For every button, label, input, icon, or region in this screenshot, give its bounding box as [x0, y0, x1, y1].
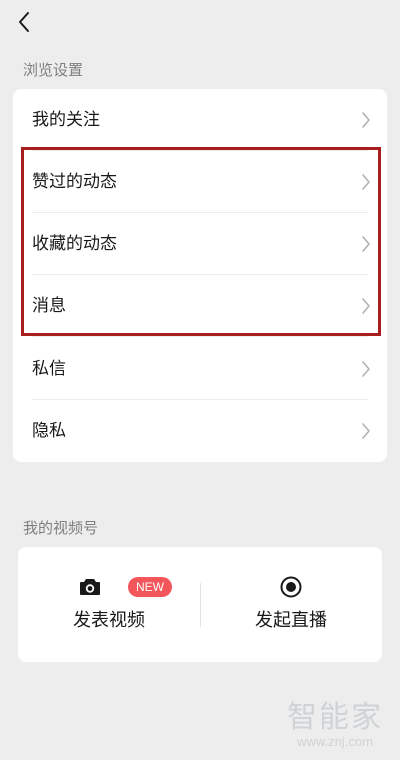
- live-record-icon: [280, 576, 302, 598]
- watermark: 智能家 www.znj.com: [280, 702, 390, 752]
- settings-row-private-messages[interactable]: 私信: [13, 338, 387, 400]
- chevron-right-icon: [362, 174, 370, 190]
- settings-row-liked-moments[interactable]: 赞过的动态: [13, 151, 387, 213]
- post-video-label: 发表视频: [73, 610, 145, 631]
- go-live-label: 发起直播: [255, 610, 327, 631]
- video-channel-card: 发表视频 发起直播: [18, 547, 382, 662]
- settings-row-label: 赞过的动态: [32, 172, 117, 192]
- browse-settings-card: 我的关注 赞过的动态 收藏的动态 消息 私信 隐私: [13, 89, 387, 462]
- video-channel-title: 我的视频号: [23, 519, 99, 537]
- watermark-title: 智能家: [287, 700, 383, 735]
- settings-row-label: 私信: [32, 359, 66, 379]
- post-video-button[interactable]: 发表视频: [18, 547, 200, 662]
- settings-row-messages[interactable]: 消息: [13, 275, 387, 337]
- chevron-left-icon: [19, 12, 29, 32]
- settings-row-following[interactable]: 我的关注: [13, 89, 387, 151]
- settings-row-label: 我的关注: [32, 110, 100, 130]
- settings-row-privacy[interactable]: 隐私: [13, 400, 387, 462]
- chevron-right-icon: [362, 298, 370, 314]
- chevron-right-icon: [362, 236, 370, 252]
- camera-icon: [80, 579, 100, 595]
- back-button[interactable]: [10, 8, 38, 36]
- browse-settings-title: 浏览设置: [23, 61, 84, 79]
- settings-row-saved-moments[interactable]: 收藏的动态: [13, 213, 387, 275]
- settings-row-label: 消息: [32, 296, 66, 316]
- chevron-right-icon: [362, 423, 370, 439]
- row-divider: [32, 336, 368, 337]
- settings-row-label: 收藏的动态: [32, 234, 117, 254]
- watermark-url: www.znj.com: [297, 734, 373, 749]
- chevron-right-icon: [362, 112, 370, 128]
- chevron-right-icon: [362, 361, 370, 377]
- new-badge: NEW: [128, 577, 172, 597]
- go-live-button[interactable]: 发起直播: [200, 547, 382, 662]
- settings-row-label: 隐私: [32, 421, 66, 441]
